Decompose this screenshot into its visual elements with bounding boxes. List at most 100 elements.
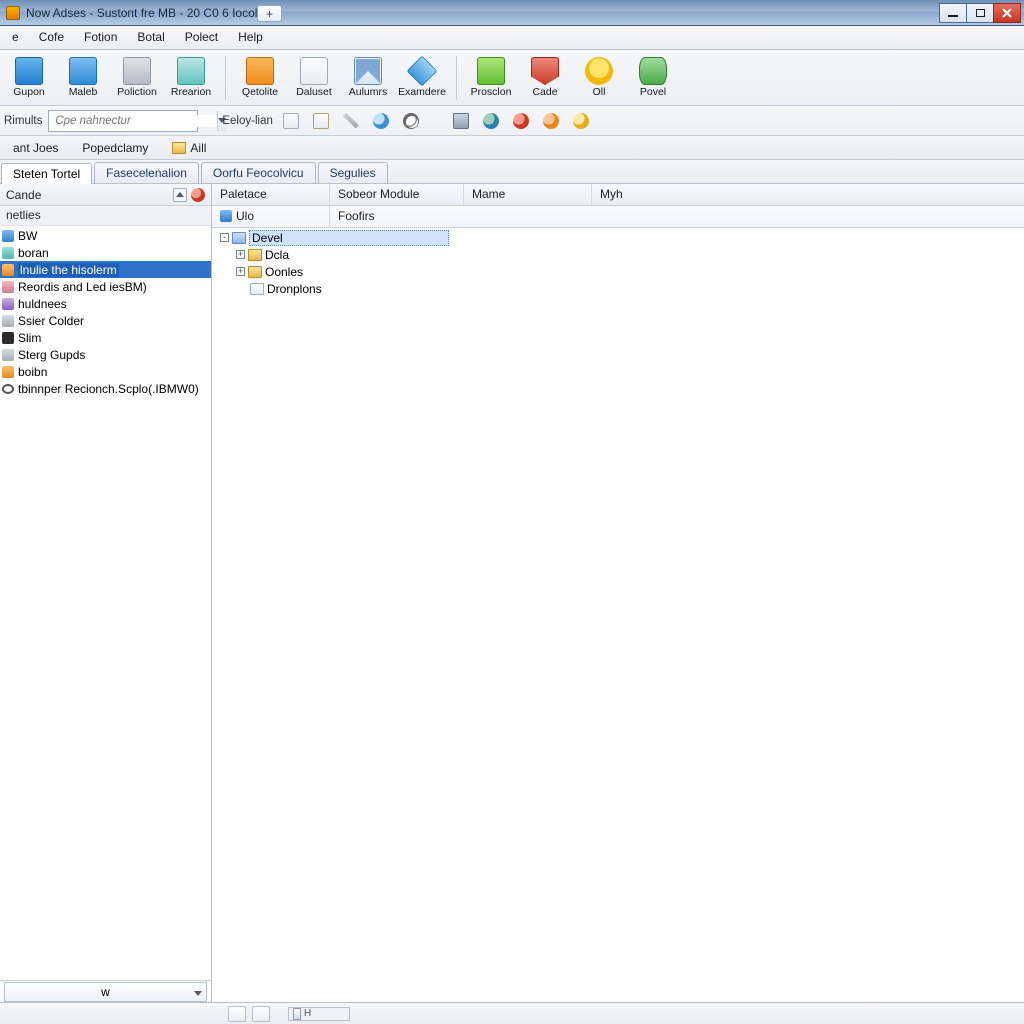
menu-help[interactable]: Help — [228, 26, 273, 49]
toolbar-qetolite[interactable]: Qetolite — [235, 53, 285, 103]
combo-input[interactable] — [49, 115, 217, 127]
collapse-icon[interactable] — [173, 188, 187, 202]
toolbar-label: Maleb — [69, 86, 98, 98]
titlebar-extra-tab[interactable]: + — [257, 5, 282, 22]
world-icon-button[interactable] — [479, 109, 503, 133]
window-title: Now Adses - Sustont fre MB - 20 C0 6 Ioc… — [26, 6, 940, 20]
column-header[interactable]: Foofirs — [330, 206, 1024, 227]
folder-node[interactable]: +Dcla — [212, 246, 1024, 263]
subtab-all[interactable]: Aill — [161, 137, 217, 159]
folder-icon — [248, 266, 262, 278]
viewtab-fasecelenalion[interactable]: Fasecelenalion — [94, 162, 199, 183]
tree-node[interactable]: lnulie the hisolerm — [0, 261, 211, 278]
node-icon — [2, 247, 14, 259]
status-slider[interactable] — [288, 1007, 350, 1021]
viewtab-oorfu-feocolvicu[interactable]: Oorfu Feocolvicu — [201, 162, 316, 183]
folder-icon — [250, 283, 264, 295]
node-label: Sterg Gupds — [18, 348, 85, 362]
tree-node[interactable]: huldnees — [0, 295, 211, 312]
node-icon — [2, 332, 14, 344]
doc-icon-button[interactable] — [279, 109, 303, 133]
maleb-icon — [69, 57, 97, 85]
right-tree[interactable]: -Devel+Dcla+OonlesDronplons — [212, 228, 1024, 1002]
globe-icon-button[interactable] — [369, 109, 393, 133]
expand-toggle-icon[interactable]: - — [220, 233, 229, 242]
column-header[interactable]: Sobeor Module — [330, 184, 464, 205]
folder-label: Oonles — [265, 265, 303, 279]
toolbar-oll[interactable]: Oll — [574, 53, 624, 103]
footer-dropdown[interactable]: w — [4, 982, 207, 1002]
node-icon — [2, 349, 14, 361]
column-header[interactable]: Ulo — [212, 206, 330, 227]
tree-node[interactable]: Sterg Gupds — [0, 346, 211, 363]
main-area: Cande netlies BWboranlnulie the hisolerm… — [0, 184, 1024, 1002]
menu-e[interactable]: e — [2, 26, 29, 49]
folder-node[interactable]: -Devel — [212, 229, 1024, 246]
viewtab-steten-tortel[interactable]: Steten Tortel — [1, 163, 92, 184]
docx-icon-button[interactable] — [309, 109, 333, 133]
statusbar: H — [0, 1002, 1024, 1024]
maximize-button[interactable] — [966, 3, 994, 23]
menu-botal[interactable]: Botal — [127, 26, 174, 49]
left-panel: Cande netlies BWboranlnulie the hisolerm… — [0, 184, 212, 1002]
left-panel-footer: w — [0, 980, 211, 1002]
subtab-ant-joes[interactable]: ant Joes — [2, 137, 69, 159]
tree-node[interactable]: Reordis and Led iesBM) — [0, 278, 211, 295]
minimize-button[interactable] — [939, 3, 967, 23]
toolbar-gupon[interactable]: Gupon — [4, 53, 54, 103]
node-icon — [2, 230, 14, 242]
tree-node[interactable]: Ssier Colder — [0, 312, 211, 329]
combo-nahnectur[interactable] — [48, 110, 198, 132]
column-header[interactable]: Myh — [592, 184, 1022, 205]
toolbar-povel[interactable]: Povel — [628, 53, 678, 103]
tree-node[interactable]: BW — [0, 227, 211, 244]
folder-node[interactable]: + Oonles — [212, 263, 1024, 280]
toolbar-daluset[interactable]: Daluset — [289, 53, 339, 103]
subtab-popedclamy[interactable]: Popedclamy — [71, 137, 159, 159]
red-status-icon-button[interactable] — [509, 109, 533, 133]
aulumrs-icon — [354, 57, 382, 85]
tree-node[interactable]: tbinnper Recionch.Scplo(.IBMW0) — [0, 380, 211, 397]
expand-toggle-icon[interactable]: + — [236, 250, 245, 259]
toolbar-prosclon[interactable]: Prosclon — [466, 53, 516, 103]
menu-cofe[interactable]: Cofe — [29, 26, 74, 49]
tree-node[interactable]: boibn — [0, 363, 211, 380]
slider-handle[interactable] — [293, 1008, 301, 1020]
column-header[interactable]: Mame — [464, 184, 592, 205]
toolbar-poliction[interactable]: Poliction — [112, 53, 162, 103]
menu-fotion[interactable]: Fotion — [74, 26, 127, 49]
poliction-icon — [123, 57, 151, 85]
tree-node[interactable]: Slim — [0, 329, 211, 346]
toolbar-label: Oll — [593, 86, 606, 98]
tree-node[interactable]: boran — [0, 244, 211, 261]
toolbar-aulumrs[interactable]: Aulumrs — [343, 53, 393, 103]
folder-node[interactable]: Dronplons — [212, 280, 1024, 297]
viewtabs-bar: Steten TortelFasecelenalionOorfu Feocolv… — [0, 160, 1024, 184]
toolbar-cade[interactable]: Cade — [520, 53, 570, 103]
toolbar-examdere[interactable]: Examdere — [397, 53, 447, 103]
toolbar-rrearion[interactable]: Rrearion — [166, 53, 216, 103]
column-header[interactable]: Paletace — [212, 184, 330, 205]
toolbar-label: Prosclon — [471, 86, 512, 98]
toolbar-maleb[interactable]: Maleb — [58, 53, 108, 103]
viewtab-segulies[interactable]: Segulies — [318, 162, 388, 183]
zoom-icon-button[interactable] — [399, 109, 423, 133]
status-chip-1[interactable] — [228, 1006, 246, 1022]
window-controls — [940, 3, 1021, 23]
left-panel-header: Cande — [0, 184, 211, 206]
examdere-icon — [407, 56, 438, 87]
left-tree[interactable]: BWboranlnulie the hisolermReordis and Le… — [0, 226, 211, 980]
stop-icon[interactable] — [191, 188, 205, 202]
orange-status-icon-button[interactable] — [539, 109, 563, 133]
menu-polect[interactable]: Polect — [175, 26, 228, 49]
wrench-icon-button[interactable] — [339, 109, 363, 133]
status-chip-2[interactable] — [252, 1006, 270, 1022]
toolbar-label: Gupon — [13, 86, 45, 98]
monitor-icon-button[interactable] — [449, 109, 473, 133]
yellow-status-icon-button[interactable] — [569, 109, 593, 133]
close-button[interactable] — [993, 3, 1021, 23]
expand-toggle-icon[interactable]: + — [236, 267, 245, 276]
toolbar-separator — [225, 56, 226, 100]
cade-icon — [531, 57, 559, 85]
main-toolbar: Gupon Maleb PolictionRrearion QetoliteDalus… — [0, 50, 1024, 106]
